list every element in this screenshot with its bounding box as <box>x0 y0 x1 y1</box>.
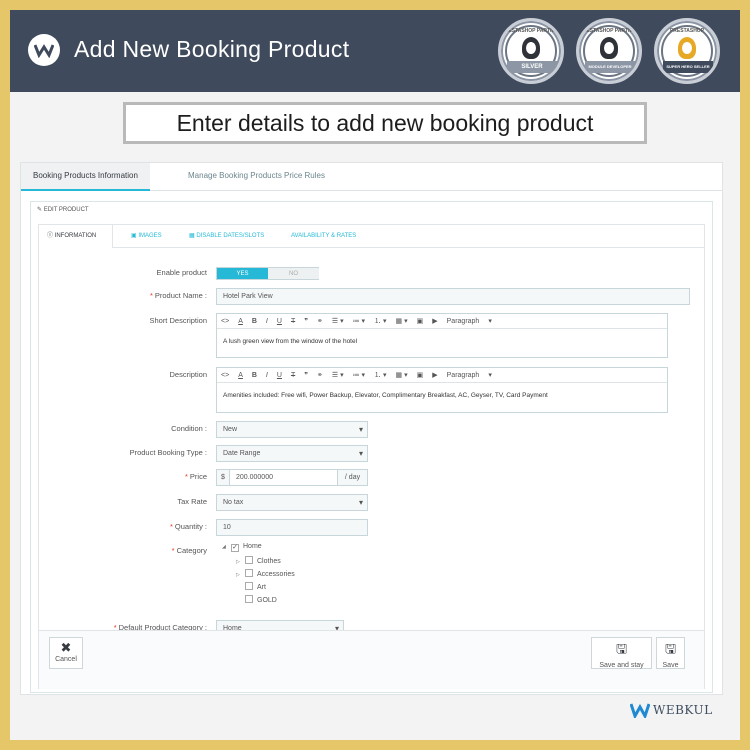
floppy-disk-icon: 🖫 <box>664 641 677 656</box>
module-developer-badge: PRESTASHOP PARTNER MODULE DEVELOPER <box>576 18 642 84</box>
checkbox-icon[interactable] <box>245 595 253 603</box>
enable-product-toggle[interactable]: YES NO <box>216 267 319 280</box>
checkbox-icon[interactable] <box>245 569 253 577</box>
category-accessories[interactable]: ▷ Accessories <box>236 569 295 578</box>
category-art[interactable]: Art <box>245 582 266 591</box>
header-bar: Add New Booking Product PRESTASHOP PARTN… <box>10 10 740 92</box>
editor-toolbar: <> A B I U T ❞ ⚭ ☰ ▾ ≔ ▾ ⒈ ▾ ▦ ▾ ▣ ▶ Paragraph ▾ <box>217 368 667 383</box>
tab-manage-price-rules[interactable]: Manage Booking Products Price Rules <box>176 163 337 191</box>
short-description-text[interactable]: A lush green view from the window of the… <box>217 329 667 354</box>
form-footer: ✖ Cancel 🖫 Save and stay 🖫 Save <box>39 630 704 689</box>
category-gold[interactable]: GOLD <box>245 595 277 604</box>
category-label: * Category <box>171 546 207 555</box>
tab-availability-rates[interactable]: AVAILABILITY & RATES <box>283 225 364 248</box>
price-label: * Price <box>184 472 207 481</box>
cancel-button[interactable]: ✖ Cancel <box>49 637 83 669</box>
checkbox-checked-icon[interactable]: ✓ <box>231 544 239 552</box>
webkul-wordmark: WEBKUL <box>653 703 713 717</box>
page-frame: Add New Booking Product PRESTASHOP PARTN… <box>10 10 740 740</box>
save-button[interactable]: 🖫 Save <box>656 637 685 669</box>
description-text[interactable]: Amenities included: Free wifi, Power Bac… <box>217 383 667 408</box>
enable-product-label: Enable product <box>156 268 207 277</box>
save-and-stay-button[interactable]: 🖫 Save and stay <box>591 637 652 669</box>
product-name-label: * Product Name : <box>149 291 207 300</box>
tab-divider <box>113 247 705 248</box>
floppy-disk-icon: 🖫 <box>615 641 628 656</box>
short-description-label: Short Description <box>149 316 207 325</box>
quantity-input[interactable]: 10 <box>216 519 368 536</box>
condition-select[interactable]: New <box>216 421 368 438</box>
tab-information[interactable]: ⓘ INFORMATION <box>39 225 113 248</box>
booking-panel: Booking Products Information Manage Book… <box>20 162 723 695</box>
tax-rate-select[interactable]: No tax <box>216 494 368 511</box>
short-description-editor[interactable]: <> A B I U T ❞ ⚭ ☰ ▾ ≔ ▾ ⒈ ▾ ▦ ▾ ▣ ▶ Paragraph ▾ A lush… <box>216 313 668 358</box>
close-icon: ✖ <box>60 640 72 655</box>
product-name-input[interactable]: Hotel Park View <box>216 288 690 305</box>
edit-product-heading: ✎ EDIT PRODUCT <box>37 207 89 213</box>
webkul-w-icon <box>629 702 651 720</box>
tax-rate-label: Tax Rate <box>177 497 207 506</box>
tab-booking-products-information[interactable]: Booking Products Information <box>21 163 150 191</box>
page-title: Add New Booking Product <box>74 36 350 62</box>
checkbox-icon[interactable] <box>245 556 253 564</box>
super-hero-seller-badge: PRESTASHOP SUPER HERO SELLER <box>654 18 720 84</box>
category-clothes[interactable]: ▷ Clothes <box>236 556 281 565</box>
editor-toolbar: <> A B I U T ❞ ⚭ ☰ ▾ ≔ ▾ ⒈ ▾ ▦ ▾ ▣ ▶ Paragraph ▾ <box>217 314 667 329</box>
edit-product-box: ✎ EDIT PRODUCT ⓘ INFORMATION ▣ IMAGES ▦ … <box>30 201 713 693</box>
webkul-brand: WEBKUL <box>629 700 713 720</box>
booking-type-select[interactable]: Date Range <box>216 445 368 462</box>
product-form: ⓘ INFORMATION ▣ IMAGES ▦ DISABLE DATES/S… <box>38 224 705 689</box>
enable-yes-option[interactable]: YES <box>217 268 268 279</box>
silver-partner-badge: PRESTASHOP PARTNER SILVER <box>498 18 564 84</box>
checkbox-icon[interactable] <box>245 582 253 590</box>
webkul-logo-icon <box>28 34 60 66</box>
description-editor[interactable]: <> A B I U T ❞ ⚭ ☰ ▾ ≔ ▾ ⒈ ▾ ▦ ▾ ▣ ▶ Paragraph ▾ Amenit… <box>216 367 668 413</box>
description-label: Description <box>169 370 207 379</box>
condition-label: Condition : <box>171 424 207 433</box>
tab-images[interactable]: ▣ IMAGES <box>123 225 170 248</box>
tab-disable-dates-slots[interactable]: ▦ DISABLE DATES/SLOTS <box>181 225 272 248</box>
enable-no-option[interactable]: NO <box>268 268 319 279</box>
price-input[interactable]: 200.000000 <box>229 469 338 486</box>
booking-type-label: Product Booking Type : <box>129 448 207 457</box>
price-unit-addon: / day <box>337 469 368 486</box>
quantity-label: * Quantity : <box>169 522 207 531</box>
category-home[interactable]: ◢ ✓ Home <box>222 543 262 552</box>
currency-addon: $ <box>216 469 230 486</box>
subtitle-caption: Enter details to add new booking product <box>123 102 647 144</box>
top-tab-bar: Booking Products Information Manage Book… <box>21 163 722 191</box>
